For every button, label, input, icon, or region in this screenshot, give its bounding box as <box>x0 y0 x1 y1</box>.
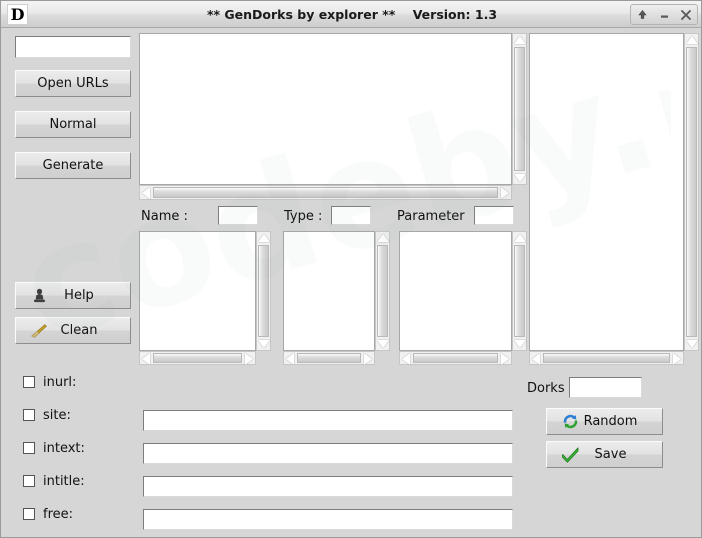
name-list-hscrollbar[interactable] <box>139 351 256 365</box>
scroll-right-icon[interactable] <box>501 187 509 199</box>
scroll-up-icon[interactable] <box>377 234 389 242</box>
intext-label: intext: <box>43 440 85 456</box>
random-label: Random <box>583 414 638 429</box>
scroll-down-icon[interactable] <box>377 340 389 348</box>
application-window: D ** GenDorks by explorer ** Version: 1.… <box>0 0 702 538</box>
parameter-list-vscrollbar[interactable] <box>512 231 527 351</box>
scroll-thumb[interactable] <box>514 47 525 171</box>
dorks-label: Dorks <box>527 381 565 396</box>
free-checkbox[interactable] <box>23 508 35 520</box>
type-label: Type : <box>284 209 323 224</box>
help-button[interactable]: Help <box>15 282 131 309</box>
scroll-left-icon[interactable] <box>286 353 294 365</box>
site-input[interactable] <box>143 410 513 431</box>
scroll-left-icon[interactable] <box>532 353 540 365</box>
parameter-list[interactable] <box>399 231 512 351</box>
close-icon[interactable] <box>676 5 696 24</box>
help-label: Help <box>64 288 94 303</box>
checkbox-row-intext[interactable]: intext: <box>23 439 85 457</box>
generate-label: Generate <box>42 158 104 173</box>
scroll-down-icon[interactable] <box>258 340 270 348</box>
free-input[interactable] <box>143 509 513 530</box>
scroll-right-icon[interactable] <box>501 353 509 365</box>
random-button[interactable]: Random <box>546 408 663 435</box>
title-bar: D ** GenDorks by explorer ** Version: 1.… <box>1 1 701 28</box>
scroll-thumb[interactable] <box>258 245 269 337</box>
type-list[interactable] <box>283 231 375 351</box>
name-label: Name : <box>141 209 188 224</box>
intext-input[interactable] <box>143 443 513 464</box>
output-vscrollbar[interactable] <box>512 33 527 185</box>
intext-checkbox[interactable] <box>23 442 35 454</box>
type-input[interactable] <box>331 206 371 225</box>
scroll-thumb[interactable] <box>686 47 697 337</box>
scroll-up-icon[interactable] <box>686 36 698 44</box>
clean-label: Clean <box>60 323 98 338</box>
parameter-input[interactable] <box>474 206 514 225</box>
person-icon <box>28 288 50 304</box>
scroll-thumb[interactable] <box>514 245 525 337</box>
free-label: free: <box>43 506 74 522</box>
scroll-thumb[interactable] <box>153 353 242 363</box>
rollup-icon[interactable] <box>632 5 652 24</box>
site-checkbox[interactable] <box>23 409 35 421</box>
dorks-hscrollbar[interactable] <box>529 351 684 365</box>
name-input[interactable] <box>218 206 258 225</box>
scroll-thumb[interactable] <box>413 353 498 363</box>
scroll-thumb[interactable] <box>297 353 361 363</box>
save-label: Save <box>594 447 627 462</box>
refresh-icon <box>559 413 581 430</box>
name-list[interactable] <box>139 231 256 351</box>
checkbox-row-intitle[interactable]: intitle: <box>23 472 85 490</box>
save-button[interactable]: Save <box>546 441 663 468</box>
scroll-left-icon[interactable] <box>142 187 150 199</box>
parameter-list-hscrollbar[interactable] <box>399 351 512 365</box>
clean-button[interactable]: Clean <box>15 317 131 344</box>
checkbox-row-site[interactable]: site: <box>23 406 71 424</box>
parameter-label: Parameter <box>397 209 465 224</box>
scroll-down-icon[interactable] <box>686 340 698 348</box>
minimize-icon[interactable] <box>654 5 674 24</box>
dorks-count-input[interactable] <box>569 377 642 398</box>
inurl-label: inurl: <box>43 374 77 390</box>
checkbox-row-free[interactable]: free: <box>23 505 73 523</box>
window-title: ** GenDorks by explorer ** Version: 1.3 <box>206 7 498 22</box>
scroll-up-icon[interactable] <box>514 36 526 44</box>
checkmark-icon <box>559 446 581 463</box>
normal-label: Normal <box>49 117 97 132</box>
scroll-left-icon[interactable] <box>402 353 410 365</box>
open-urls-label: Open URLs <box>37 76 109 91</box>
scroll-thumb[interactable] <box>543 353 670 363</box>
scroll-left-icon[interactable] <box>142 353 150 365</box>
scroll-thumb[interactable] <box>377 245 388 337</box>
output-textarea[interactable] <box>139 33 512 185</box>
scroll-down-icon[interactable] <box>514 174 526 182</box>
intitle-checkbox[interactable] <box>23 475 35 487</box>
normal-button[interactable]: Normal <box>15 111 131 138</box>
scroll-right-icon[interactable] <box>245 353 253 365</box>
broom-icon <box>28 323 50 339</box>
scroll-right-icon[interactable] <box>673 353 681 365</box>
intitle-input[interactable] <box>143 476 513 497</box>
inurl-checkbox[interactable] <box>23 376 35 388</box>
intitle-label: intitle: <box>43 473 85 489</box>
scroll-down-icon[interactable] <box>514 340 526 348</box>
scroll-right-icon[interactable] <box>364 353 372 365</box>
type-list-vscrollbar[interactable] <box>375 231 390 351</box>
dorks-vscrollbar[interactable] <box>684 33 699 351</box>
scroll-up-icon[interactable] <box>514 234 526 242</box>
site-label: site: <box>43 407 71 423</box>
url-input[interactable] <box>15 36 131 58</box>
type-list-hscrollbar[interactable] <box>283 351 375 365</box>
checkbox-row-inurl[interactable]: inurl: <box>23 373 76 391</box>
generate-button[interactable]: Generate <box>15 152 131 179</box>
dorks-list-panel[interactable] <box>529 33 684 351</box>
open-urls-button[interactable]: Open URLs <box>15 70 131 97</box>
output-hscrollbar[interactable] <box>139 185 512 200</box>
name-list-vscrollbar[interactable] <box>256 231 271 351</box>
scroll-thumb[interactable] <box>153 187 498 198</box>
scroll-up-icon[interactable] <box>258 234 270 242</box>
window-controls <box>630 4 698 25</box>
